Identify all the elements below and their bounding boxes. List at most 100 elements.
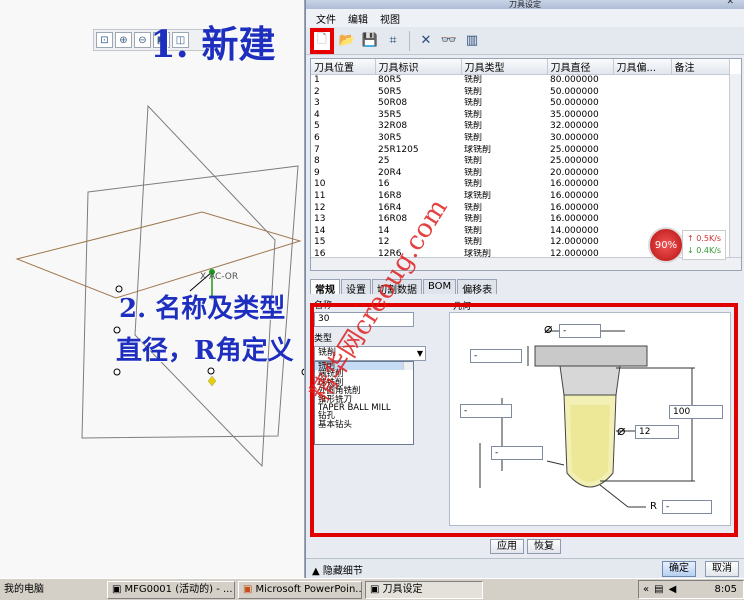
tab-bom[interactable]: BOM — [423, 279, 457, 294]
restore-button[interactable]: 恢复 — [527, 539, 561, 554]
table-column-header[interactable]: 刀具偏... — [613, 59, 672, 75]
dialog-title: 刀具设定 — [509, 0, 541, 9]
table-cell: 7 — [314, 144, 320, 155]
table-row[interactable]: 5 32R08 铣削 32.000000 — [311, 121, 729, 133]
table-cell: 铣削 — [464, 156, 483, 167]
table-row[interactable]: 11 16R8 球铣削 16.000000 — [311, 191, 729, 203]
apply-button[interactable]: 应用 — [490, 539, 524, 554]
table-cell: 铣削 — [464, 109, 483, 120]
speed-readout: ↑ 0.5K/s ↓ 0.4K/s — [682, 230, 727, 260]
table-cell: 14.000000 — [550, 225, 599, 236]
table-row[interactable]: 8 25 铣削 25.000000 — [311, 156, 729, 168]
hide-details-toggle[interactable]: ▲ 隐藏细节 — [312, 562, 363, 577]
table-row[interactable]: 13 16R08 铣削 16.000000 — [311, 214, 729, 226]
edit-table-button[interactable]: ⌗ — [383, 31, 403, 51]
table-column-header[interactable]: 刀具标识 — [375, 59, 462, 75]
zoom-in-icon[interactable]: ⊕ — [115, 32, 132, 48]
table-cell: 50R08 — [378, 98, 408, 109]
table-row[interactable]: 10 16 铣削 16.000000 — [311, 179, 729, 191]
menu-view[interactable]: 视图 — [380, 11, 400, 26]
taskbar-item-powerpoint[interactable]: ▣ Microsoft PowerPoin... — [238, 580, 362, 599]
table-row[interactable]: 2 50R5 铣削 50.000000 — [311, 87, 729, 99]
model-viewport[interactable]: ⊡ ⊕ ⊖ ◩ ◫ X AC-OR 1. 新建 2. 名称及类型 直径，R角定义 — [0, 0, 305, 578]
delete-button[interactable]: ✕ — [416, 31, 436, 51]
table-row[interactable]: 7 25R1205 球铣削 25.000000 — [311, 145, 729, 157]
tab-general[interactable]: 常规 — [310, 279, 340, 296]
table-cell — [613, 203, 671, 215]
table-row[interactable]: 6 30R5 铣削 30.000000 — [311, 133, 729, 145]
zoom-fit-icon[interactable]: ⊡ — [96, 32, 113, 48]
table-cell: 50.000000 — [550, 98, 599, 109]
save-icon: 💾 — [361, 33, 379, 48]
annotation-step-2-line-2: 直径，R角定义 — [116, 336, 294, 366]
table-cell: 20R4 — [378, 167, 402, 178]
table-column-header[interactable]: 刀具位置 — [311, 59, 376, 75]
new-tool-button[interactable]: 🗋 — [310, 27, 334, 54]
arrow-left-icon[interactable]: « — [643, 584, 649, 595]
table-cell — [671, 133, 729, 145]
table-cell: 铣削 — [464, 237, 483, 248]
taskbar-item-tool-setup[interactable]: ▣ 刀具设定 — [365, 580, 483, 599]
annotation-step-1: 1. 新建 — [150, 22, 276, 66]
table-cell: 15 — [314, 237, 326, 248]
table-cell: 12.000000 — [550, 237, 599, 248]
clock: 8:05 — [714, 584, 737, 595]
volume-icon[interactable]: ◀ — [669, 584, 677, 595]
network-icon[interactable]: ▤ — [654, 584, 663, 595]
table-column-header[interactable]: 刀具直径 — [547, 59, 614, 75]
table-cell: 35R5 — [378, 109, 402, 120]
upload-speed: ↑ 0.5K/s — [687, 234, 722, 243]
table-cell: 铣削 — [464, 202, 483, 213]
toolbar-separator — [409, 30, 410, 51]
table-cell: 50.000000 — [550, 86, 599, 97]
zoom-out-icon[interactable]: ⊖ — [134, 32, 151, 48]
table-cell: 25.000000 — [550, 156, 599, 167]
preview-button[interactable]: 👓 — [439, 31, 459, 51]
table-row[interactable]: 9 20R4 铣削 20.000000 — [311, 168, 729, 180]
cancel-button[interactable]: 取消 — [705, 561, 739, 577]
download-speed: ↓ 0.4K/s — [687, 246, 722, 255]
table-cell — [613, 156, 671, 168]
table-cell — [671, 87, 729, 99]
table-row[interactable]: 12 16R4 铣削 16.000000 — [311, 203, 729, 215]
table-cell: 16.000000 — [550, 179, 599, 190]
table-cell — [671, 121, 729, 133]
table-cell: 球铣削 — [464, 144, 492, 155]
dialog-toolbar: 🗋 📂 💾 ⌗ ✕ 👓 ▥ — [306, 27, 744, 55]
table-cell: 20.000000 — [550, 167, 599, 178]
tab-offset-table[interactable]: 偏移表 — [457, 279, 498, 296]
table-cell — [671, 179, 729, 191]
speed-percent: 90% — [648, 227, 684, 263]
table-cell — [613, 191, 671, 203]
taskbar-item-tool-setup-label: 刀具设定 — [382, 583, 423, 595]
table-column-header[interactable]: 备注 — [671, 59, 730, 75]
open-button[interactable]: 📂 — [337, 31, 357, 51]
close-icon[interactable]: ✕ — [726, 0, 734, 7]
table-cell — [613, 98, 671, 110]
table-cell: 35.000000 — [550, 109, 599, 120]
taskbar-my-computer[interactable]: 我的电脑 — [0, 581, 104, 599]
app-window-icon: ▣ — [112, 583, 122, 595]
table-header-row: 刀具位置 刀具标识 刀具类型 刀具直径 刀具偏... 备注 — [311, 59, 730, 75]
new-file-icon: 🗋 — [317, 32, 327, 46]
table-cell — [671, 203, 729, 215]
table-row[interactable]: 1 80R5 铣削 80.000000 — [311, 75, 729, 87]
table-cell — [671, 110, 729, 122]
table-row[interactable]: 3 50R08 铣削 50.000000 — [311, 98, 729, 110]
table-cell: 铣削 — [464, 121, 483, 132]
table-cell: 3 — [314, 98, 320, 109]
table-cell: 11 — [314, 190, 326, 201]
system-tray: « ▤ ◀ 8:05 — [638, 580, 744, 599]
table-cell — [671, 168, 729, 180]
table-cell: 14 — [314, 225, 326, 236]
menu-file[interactable]: 文件 — [316, 11, 336, 26]
ok-button[interactable]: 确定 — [662, 561, 696, 577]
table-column-header[interactable]: 刀具类型 — [461, 59, 548, 75]
menu-edit[interactable]: 编辑 — [348, 11, 368, 26]
table-cell — [671, 98, 729, 110]
columns-button[interactable]: ▥ — [462, 31, 482, 51]
save-button[interactable]: 💾 — [360, 31, 380, 51]
table-cell: 50R5 — [378, 86, 402, 97]
table-row[interactable]: 4 35R5 铣削 35.000000 — [311, 110, 729, 122]
taskbar-item-mfg[interactable]: ▣ MFG0001 (活动的) - ... — [107, 580, 235, 599]
